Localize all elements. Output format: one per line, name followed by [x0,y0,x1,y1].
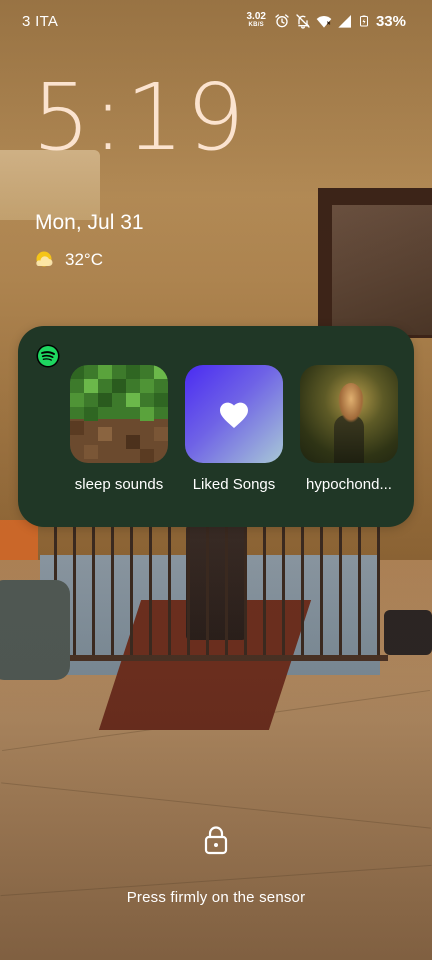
art-pixel [98,427,112,441]
date[interactable]: Mon, Jul 31 [35,211,144,235]
lock-icon[interactable] [203,825,229,855]
art-pixel [112,379,126,393]
battery-percent: 33% [375,12,406,30]
network-speed-value: 3.02 [246,11,266,22]
art-pixel [140,379,154,393]
album-art-figure-head [338,383,364,423]
wifi-icon [316,16,332,28]
partly-cloudy-icon [35,250,55,270]
lockscreen: 3 ITA 3.02 KB/S 33% 5:19 Mon, Jul 31 32°… [0,0,432,960]
art-pixel [140,407,154,421]
art-pixel [84,379,98,393]
signal-icon [338,15,351,28]
widget-item-hypochond[interactable]: hypochond... [300,365,398,493]
art-pixel [70,365,84,379]
album-cover-art [300,365,398,463]
art-pixel [126,393,140,407]
minecraft-grass-block-art [70,365,168,463]
heart-icon [220,402,248,428]
status-icons: 3.02 KB/S 33% [247,10,407,32]
heart-gradient-art [185,365,283,463]
art-pixel [126,365,140,379]
widget-item-liked-songs[interactable]: Liked Songs [185,365,283,493]
art-pixel [98,365,112,379]
mute-icon [296,14,310,29]
art-pixel [70,421,84,435]
network-speed-unit: KB/S [248,22,264,28]
art-pixel [84,407,98,421]
spotify-icon[interactable] [36,344,60,368]
art-pixel [140,449,154,463]
network-speed: 3.02 KB/S [247,12,266,30]
art-pixel [154,427,168,441]
art-pixel [154,365,168,379]
carrier-name: 3 ITA [22,13,59,30]
alarm-icon [275,14,289,28]
weather[interactable]: 32°C [35,250,103,270]
art-pixel [84,445,98,459]
widget-item-label: Liked Songs [192,476,276,493]
clock[interactable]: 5:19 [32,68,247,168]
widget-item-sleep-sounds[interactable]: sleep sounds [70,365,168,493]
battery-charging-icon [359,15,368,27]
widget-item-label: sleep sounds [74,476,164,493]
art-pixel [126,435,140,449]
art-pixel [98,393,112,407]
unlock-hint: Press firmly on the sensor [126,889,306,906]
weather-temperature: 32°C [65,250,103,269]
widget-item-label: hypochond... [306,476,392,493]
art-pixel [70,393,84,407]
spotify-widget[interactable]: sleep sounds Liked Songs hypochond... [18,326,414,527]
status-bar[interactable]: 3 ITA 3.02 KB/S 33% [0,0,432,42]
art-pixel [154,393,168,407]
